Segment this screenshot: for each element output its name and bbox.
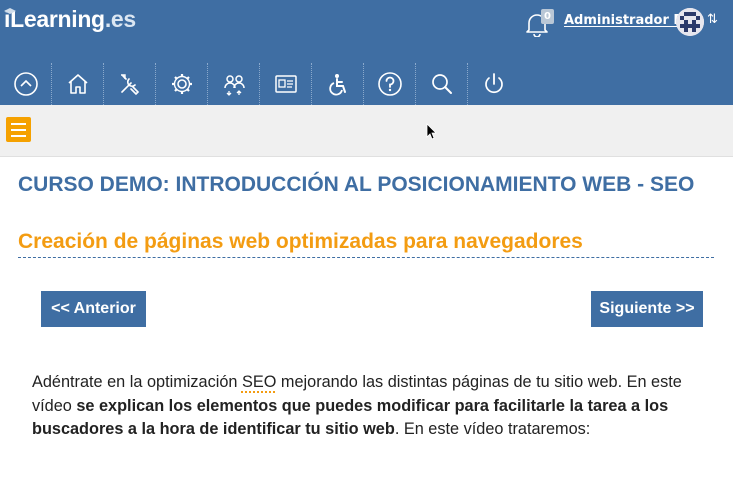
top-bar: iLearning.es 0 Administrador Pl... ⇅ bbox=[0, 0, 733, 105]
nav-id-card-button[interactable] bbox=[260, 63, 312, 105]
notification-count-badge: 0 bbox=[541, 9, 554, 24]
users-icon bbox=[223, 75, 245, 96]
tools-icon bbox=[120, 74, 139, 96]
content-text: Adéntrate en la optimización bbox=[32, 373, 242, 391]
mouse-cursor-icon bbox=[426, 123, 437, 140]
site-logo[interactable]: iLearning.es bbox=[4, 6, 136, 33]
course-title: CURSO DEMO: INTRODUCCIÓN AL POSICIONAMIE… bbox=[18, 173, 695, 196]
accessibility-icon bbox=[328, 74, 346, 96]
search-icon bbox=[431, 74, 452, 94]
nav-search-button[interactable] bbox=[416, 63, 468, 105]
nav-users-button[interactable] bbox=[208, 63, 260, 105]
avatar[interactable] bbox=[676, 8, 704, 36]
home-icon bbox=[67, 74, 88, 94]
content-text: . En este vídeo trataremos: bbox=[394, 420, 591, 438]
secondary-toolbar bbox=[0, 105, 733, 157]
user-avatar-icon bbox=[676, 8, 704, 36]
nav-settings-button[interactable] bbox=[156, 63, 208, 105]
graduation-cap-icon bbox=[4, 8, 16, 14]
nav-home-button[interactable] bbox=[52, 63, 104, 105]
hamburger-icon-line bbox=[11, 128, 26, 131]
help-icon bbox=[377, 72, 402, 96]
nav-accessibility-button[interactable] bbox=[312, 63, 364, 105]
main-nav bbox=[0, 63, 520, 105]
power-icon bbox=[485, 73, 503, 94]
nav-help-button[interactable] bbox=[364, 63, 416, 105]
menu-toggle-button[interactable] bbox=[6, 117, 31, 142]
hamburger-icon-line bbox=[11, 134, 26, 137]
logo-suffix: .es bbox=[104, 6, 136, 32]
logo-text: iLearning bbox=[4, 6, 105, 32]
id-card-icon bbox=[274, 75, 297, 93]
seo-abbreviation[interactable]: SEO bbox=[242, 373, 276, 391]
next-button[interactable]: Siguiente >> bbox=[591, 291, 703, 327]
lesson-content: Adéntrate en la optimización SEO mejoran… bbox=[32, 371, 697, 442]
hamburger-icon bbox=[11, 122, 26, 125]
chevron-up-circle-icon bbox=[13, 72, 38, 96]
title-divider bbox=[18, 257, 714, 258]
nav-logout-button[interactable] bbox=[468, 63, 520, 105]
previous-button[interactable]: << Anterior bbox=[41, 291, 146, 327]
gear-icon bbox=[171, 74, 192, 94]
lesson-title: Creación de páginas web optimizadas para… bbox=[18, 230, 583, 253]
nav-tools-button[interactable] bbox=[104, 63, 156, 105]
notifications-button[interactable]: 0 bbox=[525, 9, 555, 37]
switch-role-icon[interactable]: ⇅ bbox=[707, 12, 718, 27]
nav-collapse-button[interactable] bbox=[0, 63, 52, 105]
